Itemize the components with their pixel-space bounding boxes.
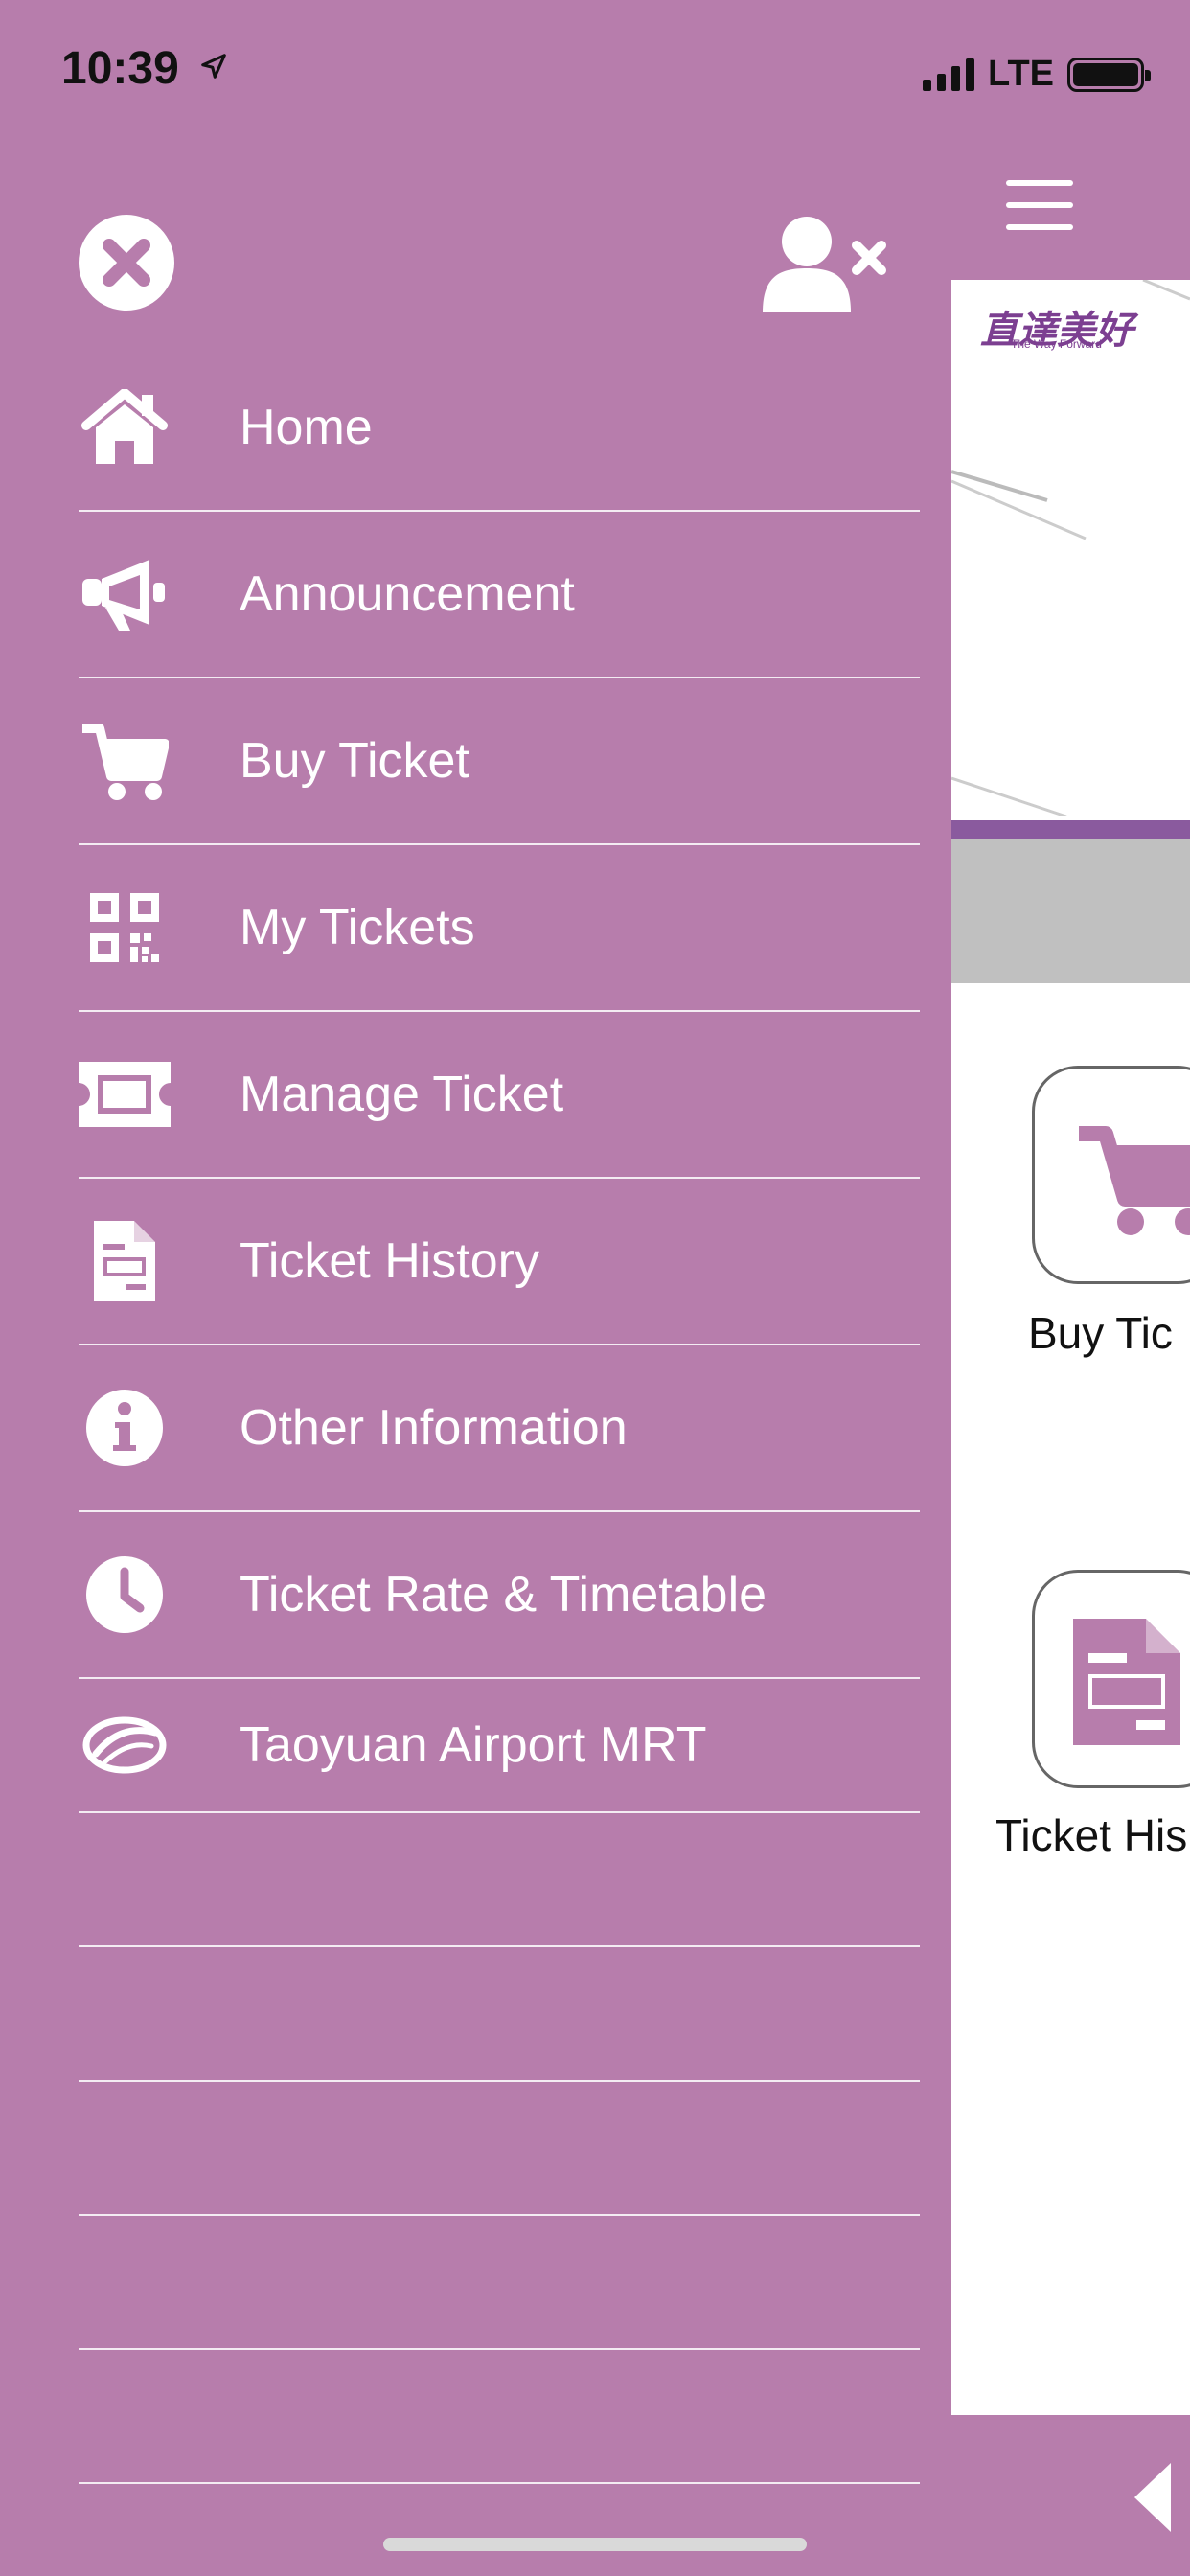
- menu-empty-row: [79, 2350, 920, 2484]
- menu-item-label: Home: [240, 400, 373, 455]
- status-bar: 10:39 LTE: [0, 0, 1190, 134]
- menu-item-label: Manage Ticket: [240, 1067, 564, 1122]
- menu-item-label: My Tickets: [240, 900, 475, 955]
- section-header: [951, 840, 1190, 983]
- airport-mrt-logo-icon: [79, 1699, 171, 1791]
- document-icon: [1073, 1619, 1180, 1745]
- signal-icon: [923, 58, 975, 91]
- buy-ticket-tile-label: Buy Tic: [1028, 1308, 1173, 1358]
- close-drawer-button[interactable]: [79, 215, 174, 310]
- menu-item-label: Ticket Rate & Timetable: [240, 1567, 767, 1622]
- cart-icon: [1079, 1126, 1190, 1235]
- buy-ticket-tile[interactable]: [1032, 1066, 1190, 1284]
- menu-item-label: Ticket History: [240, 1233, 539, 1289]
- status-time: 10:39: [61, 43, 179, 94]
- clock-icon: [79, 1549, 171, 1641]
- menu-empty-row: [79, 1947, 920, 2082]
- ticket-icon: [79, 1048, 171, 1140]
- menu-item-label: Announcement: [240, 566, 575, 622]
- menu-item-ticket-history[interactable]: Ticket History: [79, 1179, 920, 1346]
- menu-empty-row: [79, 2082, 920, 2216]
- document-icon: [79, 1215, 171, 1307]
- hamburger-menu-icon[interactable]: [1006, 180, 1073, 234]
- menu-empty-row: [79, 2216, 920, 2350]
- menu-item-my-tickets[interactable]: My Tickets: [79, 845, 920, 1012]
- home-icon: [79, 381, 171, 473]
- menu-item-label: Other Information: [240, 1400, 628, 1456]
- menu-item-announcement[interactable]: Announcement: [79, 512, 920, 678]
- back-arrow-icon[interactable]: [1129, 2459, 1177, 2536]
- qr-code-icon: [79, 882, 171, 974]
- home-indicator[interactable]: [383, 2538, 807, 2551]
- menu-item-home[interactable]: Home: [79, 345, 920, 512]
- banner-decoration: [951, 280, 1190, 816]
- menu-item-label: Buy Ticket: [240, 733, 469, 789]
- menu-empty-row: [79, 1813, 920, 1947]
- menu-item-taoyuan-airport-mrt[interactable]: Taoyuan Airport MRT: [79, 1679, 920, 1813]
- banner: 直達美好 The Way Forward: [951, 280, 1190, 816]
- logout-user-icon[interactable]: [763, 213, 887, 318]
- ticket-history-tile-label: Ticket His: [995, 1810, 1188, 1860]
- menu-item-manage-ticket[interactable]: Manage Ticket: [79, 1012, 920, 1179]
- status-indicators: LTE: [923, 54, 1151, 95]
- location-arrow-icon: [201, 54, 226, 79]
- megaphone-icon: [79, 548, 171, 640]
- cart-icon: [79, 715, 171, 807]
- close-icon: [103, 239, 150, 287]
- network-type: LTE: [988, 54, 1054, 94]
- menu-item-other-information[interactable]: Other Information: [79, 1346, 920, 1512]
- menu-item-buy-ticket[interactable]: Buy Ticket: [79, 678, 920, 845]
- battery-icon: [1067, 57, 1151, 92]
- main-page-peek: 直達美好 The Way Forward Buy Tic Ticket His: [951, 280, 1190, 2415]
- menu-item-ticket-rate-timetable[interactable]: Ticket Rate & Timetable: [79, 1512, 920, 1679]
- ticket-history-tile[interactable]: [1032, 1570, 1190, 1788]
- banner-stripe: [951, 820, 1190, 840]
- menu-item-label: Taoyuan Airport MRT: [240, 1717, 707, 1773]
- side-drawer: Home Announcement Buy Ticket My Tickets …: [0, 134, 951, 2576]
- info-icon: [79, 1382, 171, 1474]
- drawer-menu: Home Announcement Buy Ticket My Tickets …: [79, 345, 920, 2484]
